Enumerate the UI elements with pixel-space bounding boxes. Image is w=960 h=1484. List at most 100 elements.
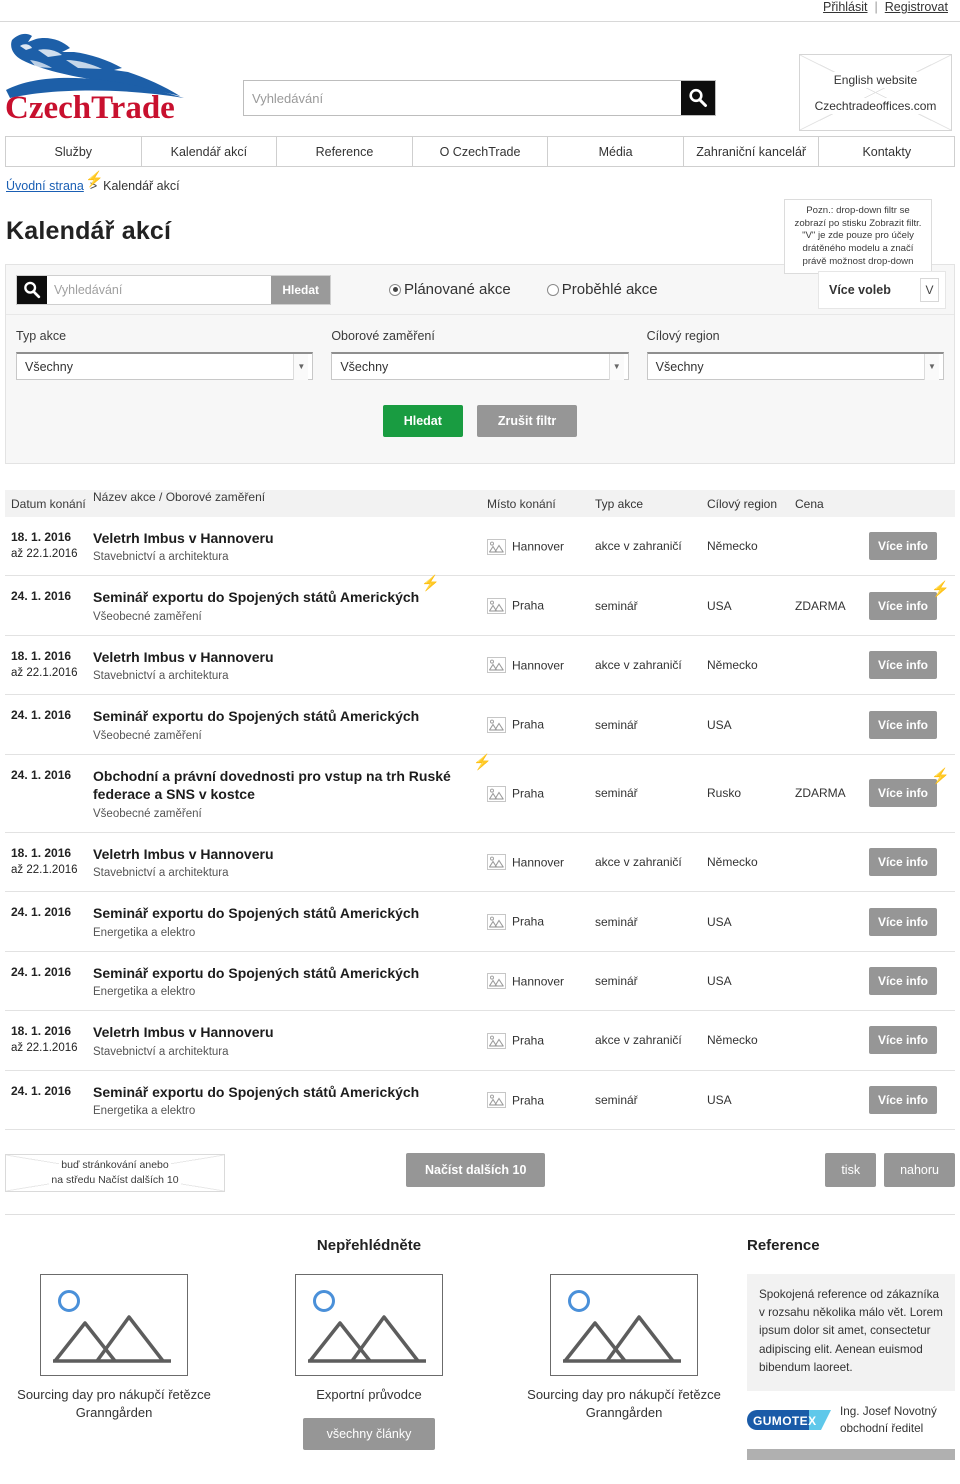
row-date-start: 18. 1. 2016 (11, 530, 72, 544)
search-button[interactable] (681, 81, 715, 115)
chevron-down-icon[interactable]: ▼ (608, 353, 624, 380)
filter-submit-button[interactable]: Hledat (382, 405, 463, 437)
nav-item-o-czechtrade[interactable]: O CzechTrade (412, 137, 549, 166)
more-info-button[interactable]: Více info (869, 848, 938, 877)
article-card[interactable]: Sourcing day pro nákupčí řetězce Granngå… (5, 1274, 223, 1450)
page-root: Přihlásit | Registrovat CzechTrade Vyhle… (0, 0, 960, 1460)
table-row[interactable]: 24. 1. 2016 Seminář exportu do Spojených … (5, 695, 955, 755)
col-header-name: Název akce / Oborové zaměření (93, 490, 266, 504)
image-placeholder-icon (487, 657, 506, 674)
nav-item-sluzby[interactable]: Služby (6, 137, 142, 166)
table-row[interactable]: 18. 1. 2016 až 22.1.2016 Veletrh Imbus v H… (5, 1011, 955, 1071)
row-event-title[interactable]: Seminář exportu do Spojených států Ameri… (93, 1083, 421, 1101)
select-typ-akce[interactable]: Všechny ▼ (16, 352, 314, 380)
more-info-button[interactable]: Více info (869, 591, 938, 620)
row-event-title[interactable]: Veletrh Imbus v Hannoveru (93, 845, 276, 863)
table-row[interactable]: 24. 1. 2016 Seminář exportu do Spojených … (5, 892, 955, 952)
article-caption: Sourcing day pro nákupčí řetězce Granngå… (17, 1387, 211, 1420)
more-info-button[interactable]: Více info (869, 779, 938, 808)
nav-item-media[interactable]: Média (548, 137, 684, 166)
more-info-button[interactable]: Více info (869, 710, 938, 739)
table-row[interactable]: 18. 1. 2016 až 22.1.2016 Veletrh Imbus v H… (5, 833, 955, 893)
chevron-down-icon[interactable]: V (920, 278, 939, 302)
bottom-sections: Nepřehlédněte Sourcing day pro nákupčí ř… (5, 1237, 955, 1460)
row-date-end: až 22.1.2016 (11, 863, 78, 876)
filter-reset-button[interactable]: Zrušit filtr (476, 405, 578, 437)
more-info-button[interactable]: Více info (869, 532, 938, 561)
reference-heading: Reference (747, 1237, 820, 1255)
more-info-button[interactable]: Více info (869, 907, 938, 936)
nav-item-kalendar[interactable]: Kalendář akcí (141, 137, 278, 166)
row-action-cell: Více info (869, 1085, 949, 1114)
svg-text:CzechTrade: CzechTrade (5, 90, 175, 122)
breadcrumb-home[interactable]: Úvodní strana (6, 179, 84, 193)
czechtradeoffices-label: Czechtradeoffices.com (811, 97, 940, 114)
filter-field-oborove-zamereni: Oborové zaměření Všechny ▼ (331, 329, 629, 380)
table-row[interactable]: 18. 1. 2016 až 22.1.2016 Veletrh Imbus v H… (5, 517, 955, 577)
search-input[interactable] (244, 81, 681, 115)
row-date-end: až 22.1.2016 (11, 666, 78, 679)
select-cilovy-region[interactable]: Všechny ▼ (646, 352, 944, 380)
article-card[interactable]: Sourcing day pro nákupčí řetězce Granngå… (515, 1274, 733, 1450)
filter-field-cilovy-region: Cílový region Všechny ▼ (646, 329, 944, 380)
more-info-button[interactable]: Více info (869, 966, 938, 995)
table-row[interactable]: 24. 1. 2016 Seminář exportu do Spojených … (5, 952, 955, 1012)
scroll-top-button[interactable]: nahoru (884, 1153, 955, 1188)
load-more-button[interactable]: Načíst dalších 10 (406, 1153, 546, 1188)
row-event-category: Energetika a elektro (93, 926, 196, 939)
row-event-title[interactable]: Veletrh Imbus v Hannoveru (93, 648, 276, 666)
radio-past-events[interactable]: Proběhlé akce (546, 281, 658, 298)
row-event-title[interactable]: Seminář exportu do Spojených států Ameri… (93, 588, 421, 606)
all-articles-button[interactable]: všechny články (302, 1417, 436, 1450)
filter-search-submit[interactable]: Hledat (271, 275, 330, 304)
table-row[interactable]: 24. 1. 2016 Seminář exportu do Spojených … (5, 1071, 955, 1131)
svg-text:GUMOTEX: GUMOTEX (753, 1414, 816, 1428)
article-card[interactable]: Exportní průvodce všechny články (260, 1274, 478, 1450)
filter-search-button[interactable] (17, 275, 47, 304)
nav-item-reference[interactable]: Reference (277, 137, 413, 166)
lightning-bolt-icon: ⚡ (421, 575, 440, 593)
row-place: Hannover (487, 657, 595, 674)
more-info-button[interactable]: Více info (869, 1026, 938, 1055)
more-info-button[interactable]: Více info (869, 651, 938, 680)
row-place-text: Praha (512, 598, 545, 613)
row-action-cell: Více info (869, 848, 949, 877)
header-search[interactable] (243, 80, 716, 116)
logo[interactable]: CzechTrade (0, 22, 225, 130)
table-row[interactable]: 24. 1. 2016 Seminář exportu do Spojených … (5, 575, 955, 636)
more-options-toggle[interactable]: Více voleb V (818, 271, 946, 309)
login-link[interactable]: Přihlásit (821, 0, 869, 14)
row-date-start: 24. 1. 2016 (11, 905, 72, 920)
register-link[interactable]: Registrovat (883, 0, 950, 14)
radio-dot-icon (389, 283, 401, 296)
row-event-title[interactable]: Veletrh Imbus v Hannoveru (93, 1023, 276, 1041)
image-placeholder-icon (308, 1290, 426, 1363)
chevron-down-icon[interactable]: ▼ (293, 353, 309, 380)
row-place-text: Praha (512, 717, 545, 732)
chevron-down-icon[interactable]: ▼ (923, 353, 939, 380)
more-info-button[interactable]: Více info (869, 1085, 938, 1114)
row-event-title[interactable]: Seminář exportu do Spojených států Ameri… (93, 964, 421, 982)
select-oborove-zamereni[interactable]: Všechny ▼ (331, 352, 629, 380)
filter-search[interactable]: Hledat (16, 274, 331, 305)
row-action-cell: Více info (869, 710, 949, 739)
print-button[interactable]: tisk (825, 1153, 877, 1188)
nav-item-kontakty[interactable]: Kontakty (819, 137, 955, 166)
table-row[interactable]: 18. 1. 2016 až 22.1.2016 Veletrh Imbus v H… (5, 636, 955, 696)
row-event-category: Všeobecné zaměření (93, 610, 202, 623)
row-event-title[interactable]: Seminář exportu do Spojených států Ameri… (93, 707, 421, 725)
row-event-title[interactable]: Seminář exportu do Spojených států Ameri… (93, 904, 421, 922)
row-place: Praha (487, 597, 595, 614)
nav-item-zahranicni-kancelar[interactable]: Zahraniční kancelář (683, 137, 820, 166)
image-placeholder-icon (487, 973, 506, 990)
select-oborove-zamereni-value: Všechny (340, 359, 389, 374)
filter-search-input[interactable] (47, 275, 272, 304)
reference-section: Reference Spokojená reference od zákazní… (733, 1237, 955, 1460)
table-row[interactable]: 24. 1. 2016 Obchodní a právní dovednosti … (5, 755, 955, 833)
row-date-end: až 22.1.2016 (11, 548, 78, 560)
row-event-title[interactable]: Obchodní a právní dovednosti pro vstup n… (93, 767, 473, 804)
radio-planned-events[interactable]: Plánované akce (389, 281, 511, 298)
language-box[interactable]: English website Czechtradeoffices.com (799, 54, 952, 131)
row-date-start: 18. 1. 2016 (11, 648, 72, 663)
row-event-title[interactable]: Veletrh Imbus v Hannoveru (93, 529, 276, 547)
